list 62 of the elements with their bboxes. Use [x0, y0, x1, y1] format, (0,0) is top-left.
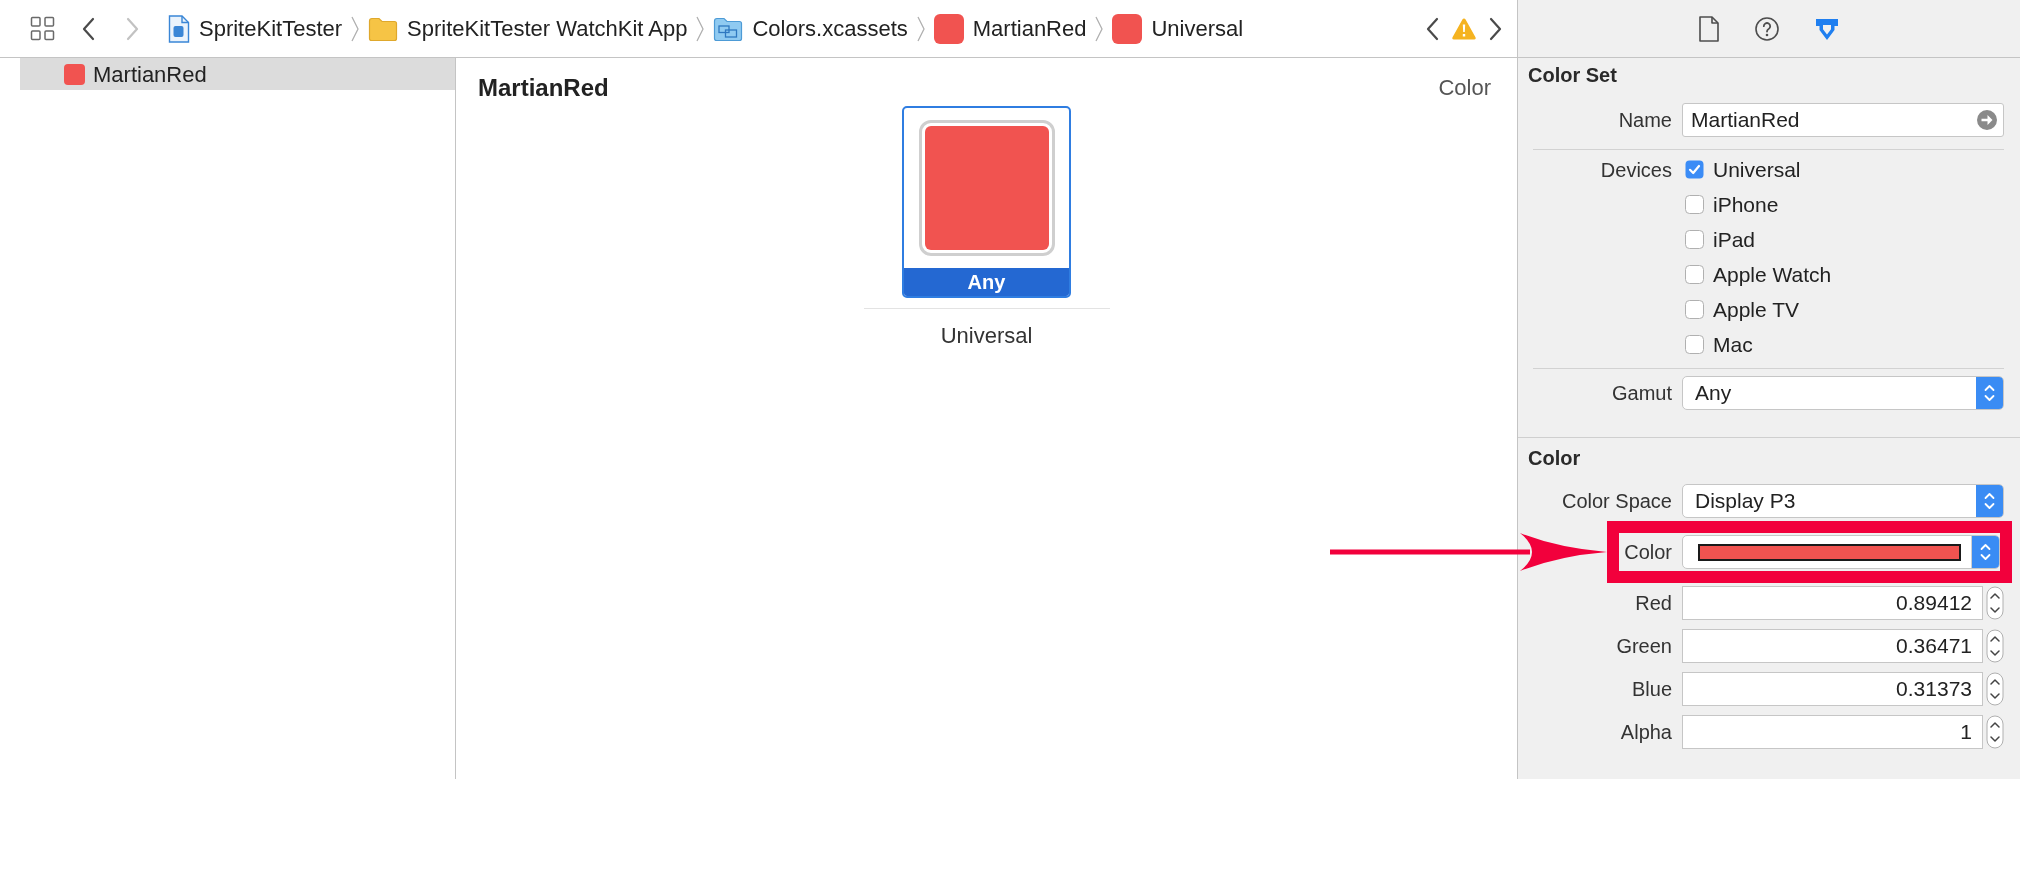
popup-button[interactable]: Any — [1682, 376, 2004, 410]
checkbox[interactable] — [1685, 300, 1704, 319]
checkbox-label: iPad — [1713, 226, 1756, 253]
checkbox[interactable] — [1685, 265, 1704, 284]
field-label: Green — [1616, 634, 1672, 658]
chevron-left-icon[interactable] — [81, 16, 95, 41]
field-label: Devices — [1600, 157, 1672, 182]
breadcrumb-item[interactable]: Universal — [1112, 13, 1244, 44]
number-field[interactable]: 1 — [1682, 715, 1983, 749]
breadcrumb-item[interactable]: SpriteKitTester WatchKit App — [368, 13, 688, 44]
stepper[interactable] — [1986, 629, 2004, 663]
file-icon[interactable] — [1698, 15, 1720, 42]
folder-icon — [713, 15, 744, 42]
name-field[interactable]: MartianRed — [1682, 103, 2004, 137]
field-label: Alpha — [1620, 720, 1672, 744]
separator-chevron-icon — [350, 14, 361, 43]
checkbox[interactable] — [1685, 335, 1704, 354]
checkbox-label: Apple TV — [1713, 296, 1799, 323]
chevron-left-icon[interactable] — [1425, 16, 1439, 41]
stepper[interactable] — [1986, 715, 2004, 749]
checkbox[interactable] — [1685, 230, 1704, 249]
asset-title: MartianRed — [478, 74, 609, 102]
field-label: Name — [1618, 108, 1672, 132]
updown-chevrons-icon — [1972, 536, 1999, 568]
stepper[interactable] — [1986, 672, 2004, 706]
breadcrumb-item[interactable]: MartianRed — [933, 13, 1087, 44]
separator-chevron-icon — [915, 14, 926, 43]
asset-type-label: Color — [1438, 74, 1491, 102]
updown-chevrons-icon — [1976, 485, 2003, 517]
color-well[interactable] — [1682, 535, 2000, 569]
color-slot[interactable]: Any — [902, 106, 1071, 298]
field-label: Color — [1624, 540, 1672, 564]
checkbox-label: iPhone — [1713, 191, 1779, 218]
separator-chevron-icon — [1094, 14, 1105, 43]
checkbox-label: Mac — [1713, 331, 1753, 358]
breadcrumb-item[interactable]: Colors.xcassets — [713, 13, 908, 44]
updown-chevrons-icon — [1976, 377, 2003, 409]
slot-label: Any — [904, 268, 1069, 296]
stepper[interactable] — [1986, 586, 2004, 620]
grid-icon[interactable] — [30, 16, 55, 41]
slot-caption: Universal — [940, 323, 1033, 349]
checkbox[interactable] — [1685, 160, 1704, 179]
field-label: Color Space — [1561, 489, 1672, 513]
checkbox-label: Universal — [1713, 156, 1801, 183]
separator-chevron-icon — [695, 14, 706, 43]
number-field[interactable]: 0.89412 — [1682, 586, 1983, 620]
sidebar-item[interactable]: MartianRed — [20, 58, 455, 90]
folder-icon — [368, 15, 399, 42]
chevron-right-icon[interactable] — [1489, 16, 1503, 41]
breadcrumb-item[interactable]: SpriteKitTester — [168, 13, 343, 44]
help-icon[interactable] — [1754, 15, 1780, 42]
section-title: Color — [1528, 446, 1581, 470]
section-title: Color Set — [1528, 63, 1617, 87]
field-label: Blue — [1631, 677, 1672, 701]
field-label: Gamut — [1611, 381, 1672, 405]
checkbox[interactable] — [1685, 195, 1704, 214]
number-field[interactable]: 0.31373 — [1682, 672, 1983, 706]
document-icon — [168, 14, 190, 43]
checkbox-label: Apple Watch — [1713, 261, 1832, 288]
field-label: Red — [1635, 591, 1672, 615]
popup-button[interactable]: Display P3 — [1682, 484, 2004, 518]
number-field[interactable]: 0.36471 — [1682, 629, 1983, 663]
